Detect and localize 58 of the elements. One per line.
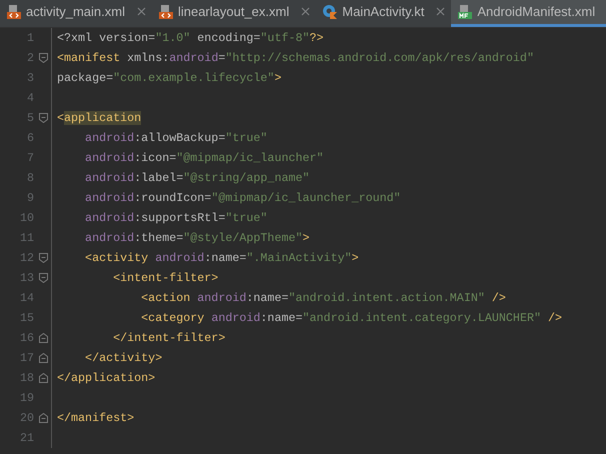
xml-file-icon: [6, 4, 22, 20]
code-line: </manifest>: [57, 411, 134, 425]
line-number: 19: [20, 391, 34, 405]
code-line: <?xml version="1.0" encoding="utf-8"?>: [57, 31, 324, 45]
file-tab[interactable]: activity_main.xml: [0, 0, 152, 27]
fold-icon[interactable]: [39, 53, 48, 63]
code-line: android:roundIcon="@mipmap/ic_launcher_round": [84, 191, 401, 205]
fold-icon[interactable]: [39, 333, 48, 343]
code-line: <manifest xmlns:android="http://schemas.android.com/apk/res/android": [57, 51, 534, 65]
line-number: 17: [20, 351, 34, 365]
line-number: 18: [20, 371, 34, 385]
fold-icon[interactable]: [39, 413, 48, 423]
line-number: 14: [20, 291, 34, 305]
fold-icon[interactable]: [39, 373, 48, 383]
file-tab[interactable]: linearlayout_ex.xml: [152, 0, 316, 27]
line-number: 20: [20, 411, 34, 425]
close-icon[interactable]: [301, 7, 310, 16]
code-line: </activity>: [84, 351, 162, 365]
line-number: 5: [26, 111, 34, 125]
line-number: 10: [20, 211, 34, 225]
line-number: 12: [20, 251, 34, 265]
line-number: 15: [20, 311, 34, 325]
line-number: 9: [26, 191, 34, 205]
xml-file-icon: [158, 4, 174, 20]
line-number: 2: [26, 51, 34, 65]
line-number: 21: [20, 431, 34, 445]
code-line: android:label="@string/app_name": [84, 171, 310, 185]
file-tab[interactable]: MainActivity.kt: [316, 0, 452, 27]
code-line: android:supportsRtl="true": [84, 211, 268, 225]
close-icon[interactable]: [136, 7, 146, 16]
line-number: 13: [20, 271, 34, 285]
line-number: 8: [26, 171, 34, 185]
fold-icon[interactable]: [39, 353, 48, 363]
line-number: 4: [26, 91, 34, 105]
code-line: <action android:name="android.intent.action.MAIN" />: [140, 291, 506, 305]
fold-icon[interactable]: [39, 273, 48, 283]
code-line: </intent-filter>: [112, 331, 226, 345]
code-line: </application>: [57, 371, 156, 385]
close-icon[interactable]: [436, 7, 446, 16]
code-line: package="com.example.lifecycle">: [57, 71, 282, 85]
line-number: 7: [26, 151, 34, 165]
manifest-file-icon: [457, 4, 474, 20]
code-line: <application: [57, 111, 142, 125]
line-number: 6: [26, 131, 34, 145]
code-line: <category android:name="android.intent.category.LAUNCHER" />: [140, 311, 562, 325]
code-line: <intent-filter>: [112, 271, 218, 285]
fold-icon[interactable]: [39, 253, 48, 263]
line-number: 11: [20, 231, 34, 245]
fold-icon[interactable]: [39, 113, 48, 123]
line-number: 16: [20, 331, 34, 345]
line-number: 3: [26, 71, 34, 85]
kotlin-file-icon: [322, 4, 338, 20]
file-tab[interactable]: AndroidManifest.xml: [451, 0, 606, 27]
code-line: android:theme="@style/AppTheme">: [84, 231, 310, 245]
code-line: android:allowBackup="true": [84, 131, 268, 145]
code-line: <activity android:name=".MainActivity">: [84, 251, 359, 265]
line-number: 1: [26, 31, 34, 45]
code-line: android:icon="@mipmap/ic_launcher": [84, 151, 324, 165]
